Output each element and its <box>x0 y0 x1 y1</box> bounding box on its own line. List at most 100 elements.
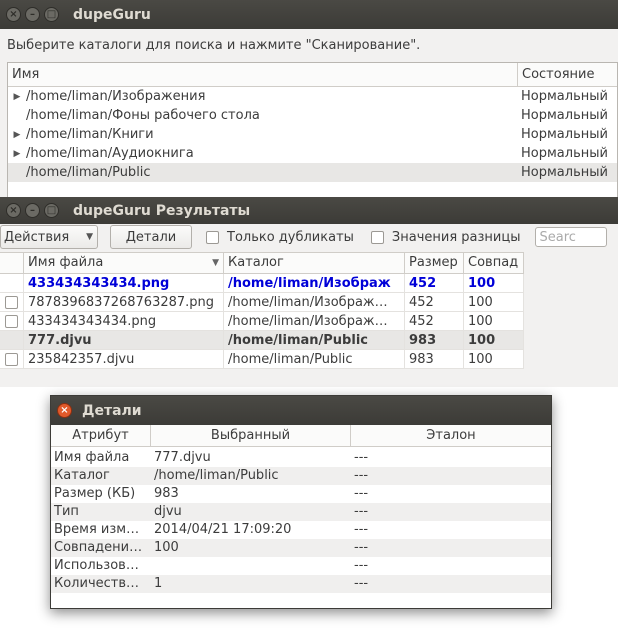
details-row: Совпадени… 100 --- <box>51 539 551 557</box>
folder-path: /home/liman/Фоны рабочего стола <box>26 108 260 123</box>
match-cell: 100 <box>464 292 524 312</box>
details-row: Время изм… 2014/04/21 17:09:20 --- <box>51 521 551 539</box>
maximize-icon[interactable]: □ <box>44 203 59 218</box>
attribute-cell: Тип <box>54 504 79 519</box>
folder-path: /home/liman/Аудиокнига <box>26 146 194 161</box>
main-window: × – □ dupeGuru Выберите каталоги для пои… <box>0 0 618 200</box>
column-header-selected[interactable]: Выбранный <box>151 425 351 446</box>
reference-cell: --- <box>354 450 369 465</box>
attribute-cell: Время изм… <box>54 522 140 537</box>
mark-checkbox[interactable] <box>5 314 18 328</box>
size-cell: 452 <box>405 311 464 331</box>
folder-table[interactable]: Имя Состояние ▶/home/liman/Изображения Но… <box>7 62 618 200</box>
size-cell: 983 <box>405 349 464 369</box>
actions-label: Действия <box>4 229 70 245</box>
folder-row[interactable]: ▶/home/liman/Книги Нормальный <box>8 125 617 144</box>
filename-cell: 433434343434.png <box>24 273 224 293</box>
mark-cell[interactable] <box>0 292 24 312</box>
folder-path: /home/liman/Книги <box>26 127 154 142</box>
results-titlebar: × – □ dupeGuru Результаты <box>0 197 618 224</box>
column-header-state[interactable]: Состояние <box>518 63 598 86</box>
delta-values-checkbox[interactable] <box>370 230 384 244</box>
minimize-icon[interactable]: – <box>25 7 40 22</box>
dupes-only-label: Только дубликаты <box>227 229 354 245</box>
details-row: Количеств… 1 --- <box>51 575 551 593</box>
folder-row[interactable]: ▶/home/liman/Изображения Нормальный <box>8 87 617 106</box>
mark-checkbox[interactable] <box>5 352 18 366</box>
details-row: Тип djvu --- <box>51 503 551 521</box>
details-dialog: × Детали Атрибут Выбранный Эталон Имя фа… <box>50 395 552 609</box>
expand-arrow-icon[interactable]: ▶ <box>8 149 26 159</box>
dupes-only-toggle[interactable]: Только дубликаты <box>206 230 354 245</box>
column-header-size[interactable]: Размер <box>405 253 464 273</box>
column-header-name[interactable]: Имя <box>8 63 518 86</box>
folder-row[interactable]: /home/liman/Фоны рабочего стола Нормальны… <box>8 106 617 125</box>
close-icon[interactable]: × <box>57 403 72 418</box>
results-window-title: dupeGuru Результаты <box>73 202 251 219</box>
details-titlebar: × Детали <box>51 396 551 425</box>
folder-row[interactable]: ▶/home/liman/Аудиокнига Нормальный <box>8 144 617 163</box>
reference-cell: --- <box>354 504 369 519</box>
reference-cell: --- <box>354 540 369 555</box>
duplicate-row[interactable]: 433434343434.png/home/liman/Изображ… 452 1… <box>0 311 524 331</box>
column-header-reference[interactable]: Эталон <box>351 425 551 446</box>
search-input[interactable]: Searc <box>534 227 607 247</box>
expand-arrow-icon[interactable]: ▶ <box>8 92 26 102</box>
column-header-filename[interactable]: Имя файла ▼ <box>24 253 224 273</box>
folder-state[interactable]: Нормальный <box>518 89 608 104</box>
expand-arrow-icon[interactable]: ▶ <box>8 130 26 140</box>
attribute-cell: Имя файла <box>54 450 130 465</box>
results-toolbar: Действия ▼ Детали Только дубликаты Значе… <box>0 224 618 250</box>
mark-checkbox[interactable] <box>5 295 18 309</box>
selected-cell: 777.djvu <box>154 450 211 465</box>
folder-state[interactable]: Нормальный <box>518 108 608 123</box>
details-row: Имя файла 777.djvu --- <box>51 449 551 467</box>
details-row: Использов… --- <box>51 557 551 575</box>
details-table-header: Атрибут Выбранный Эталон <box>51 425 551 447</box>
match-cell: 100 <box>464 330 524 350</box>
results-table[interactable]: Имя файла ▼ Каталог Размер Совпад 433434… <box>0 252 524 369</box>
details-row: Размер (КБ) 983 --- <box>51 485 551 503</box>
reference-cell: --- <box>354 576 369 591</box>
mark-cell <box>0 330 24 350</box>
dupes-only-checkbox[interactable] <box>206 230 219 244</box>
close-icon[interactable]: × <box>6 7 21 22</box>
reference-cell: --- <box>354 522 369 537</box>
main-window-title: dupeGuru <box>73 6 151 23</box>
mark-cell <box>0 273 24 293</box>
actions-dropdown[interactable]: Действия ▼ <box>0 225 98 249</box>
filename-cell: 433434343434.png <box>24 311 224 331</box>
delta-values-label: Значения разницы <box>391 229 521 245</box>
chevron-down-icon: ▼ <box>86 232 93 242</box>
reference-row[interactable]: 777.djvu/home/liman/Public 983 100 <box>0 330 524 350</box>
reference-cell: --- <box>354 486 369 501</box>
folder-path: /home/liman/Public <box>26 165 151 180</box>
column-header-folder[interactable]: Каталог <box>224 253 405 273</box>
maximize-icon[interactable]: □ <box>44 7 59 22</box>
folder-cell: /home/liman/Изображ… <box>224 311 405 331</box>
attribute-cell: Количеств… <box>54 576 140 591</box>
folder-state[interactable]: Нормальный <box>518 146 608 161</box>
minimize-icon[interactable]: – <box>25 203 40 218</box>
folder-row[interactable]: /home/liman/Public Нормальный <box>8 163 617 182</box>
duplicate-row[interactable]: 7878396837268763287.png/home/liman/Изобр… <box>0 292 524 312</box>
mark-cell[interactable] <box>0 311 24 331</box>
mark-cell[interactable] <box>0 349 24 369</box>
folder-cell: /home/liman/Public <box>224 349 405 369</box>
main-titlebar: × – □ dupeGuru <box>0 0 618 29</box>
filename-cell: 235842357.djvu <box>24 349 224 369</box>
scan-prompt: Выберите каталоги для поиска и нажмите "… <box>7 38 421 53</box>
duplicate-row[interactable]: 235842357.djvu/home/liman/Public 983 100 <box>0 349 524 369</box>
column-header-match[interactable]: Совпад <box>464 253 524 273</box>
reference-row[interactable]: 433434343434.png/home/liman/Изображ 452 10… <box>0 273 524 293</box>
folder-state[interactable]: Нормальный <box>518 127 608 142</box>
results-table-header: Имя файла ▼ Каталог Размер Совпад <box>0 252 524 274</box>
filename-cell: 777.djvu <box>24 330 224 350</box>
attribute-cell: Использов… <box>54 558 139 573</box>
folder-state[interactable]: Нормальный <box>518 165 608 180</box>
details-button[interactable]: Детали <box>110 225 192 249</box>
column-header-attribute[interactable]: Атрибут <box>51 425 151 446</box>
delta-values-toggle[interactable]: Значения разницы <box>370 229 521 245</box>
results-window: × – □ dupeGuru Результаты Действия ▼ Дет… <box>0 197 618 387</box>
close-icon[interactable]: × <box>6 203 21 218</box>
